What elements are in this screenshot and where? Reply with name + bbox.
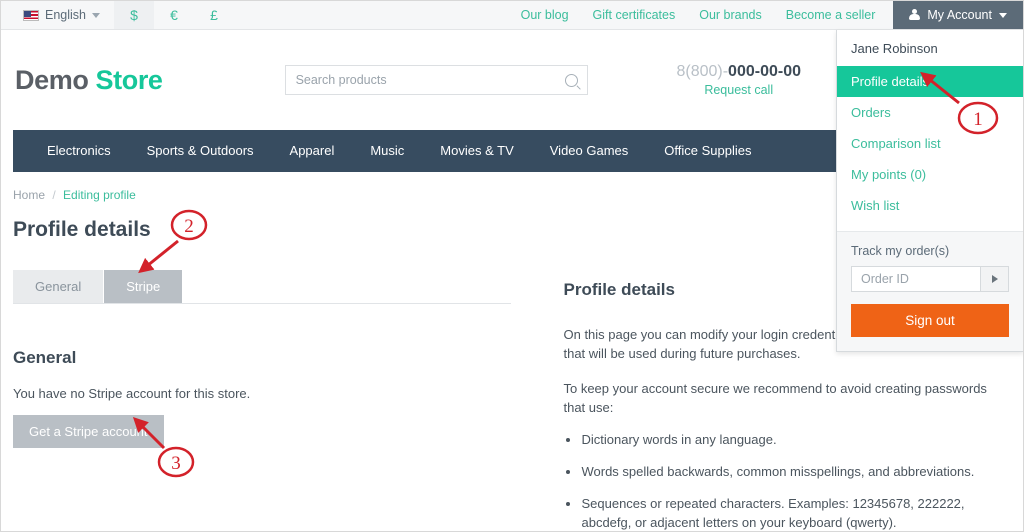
nav-item-movies-tv[interactable]: Movies & TV [422,130,531,172]
track-order-section: Track my order(s) Sign out [837,231,1023,351]
sign-out-button[interactable]: Sign out [851,304,1009,337]
currency-eur[interactable]: € [154,1,194,29]
stripe-section-title: General [13,348,77,367]
tab-stripe[interactable]: Stripe [104,270,183,303]
my-account-button[interactable]: My Account [893,1,1023,29]
currency-gbp[interactable]: £ [194,1,234,29]
get-a-stripe-account-button[interactable]: Get a Stripe account [13,415,164,448]
contact-phone-block: 8(800)-000-00-00 Request call [676,61,801,99]
nav-item-office-supplies[interactable]: Office Supplies [646,130,769,172]
top-utility-bar: English $ € £ Our blog Gift certificates… [1,1,1023,30]
dropdown-spacer [837,221,1023,231]
chevron-down-icon [999,12,1007,18]
dropdown-user-name: Jane Robinson [851,41,938,56]
logo-text-demo: Demo [15,64,89,95]
nav-item-video-games[interactable]: Video Games [532,130,647,172]
my-account-label: My Account [927,8,992,22]
chevron-down-icon [92,12,100,18]
track-order-input-row [851,266,1009,292]
site-logo[interactable]: Demo Store [1,65,163,96]
list-item: Words spelled backwards, common misspell… [581,463,1011,482]
list-item: Sequences or repeated characters. Exampl… [581,495,1011,531]
search-icon[interactable] [557,73,587,87]
language-selector[interactable]: English [15,1,114,29]
currency-usd[interactable]: $ [114,1,154,29]
topbar-left-group: English $ € £ [1,1,234,29]
us-flag-icon [23,9,39,21]
track-order-submit-button[interactable] [980,267,1008,291]
phone-prefix: 8(800)- [676,62,729,80]
profile-tabs: General Stripe [13,270,511,304]
my-account-dropdown-menu: Jane Robinson Profile details Orders Com… [836,30,1023,352]
language-label: English [45,8,86,22]
breadcrumb-separator: / [52,188,56,202]
phone-number: 8(800)-000-00-00 [676,61,801,83]
search-input[interactable] [285,73,557,87]
dropdown-item-wish-list[interactable]: Wish list [837,190,1023,221]
phone-main: 000-00-00 [728,62,801,80]
dropdown-item-orders[interactable]: Orders [837,97,1023,128]
password-guidelines-list: Dictionary words in any language. Words … [563,431,1011,531]
person-icon [909,9,921,21]
nav-item-apparel[interactable]: Apparel [272,130,353,172]
nav-item-electronics[interactable]: Electronics [29,130,129,172]
top-link-our-blog[interactable]: Our blog [509,1,581,29]
left-column: General Stripe General You have no Strip… [13,270,563,531]
nav-item-sports-outdoors[interactable]: Sports & Outdoors [129,130,272,172]
stripe-no-account-message: You have no Stripe account for this stor… [13,386,251,401]
order-id-input[interactable] [852,267,980,291]
nav-item-music[interactable]: Music [352,130,422,172]
dropdown-item-comparison-list[interactable]: Comparison list [837,128,1023,159]
sidebar-info-paragraph-2: To keep your account secure we recommend… [563,380,987,415]
breadcrumb-home[interactable]: Home [13,188,45,202]
logo-text-store: Store [95,64,163,95]
track-order-label: Track my order(s) [851,244,950,258]
top-link-become-a-seller[interactable]: Become a seller [774,1,888,29]
browser-page: English $ € £ Our blog Gift certificates… [0,0,1024,532]
top-link-our-brands[interactable]: Our brands [687,1,774,29]
topbar-right-group: Our blog Gift certificates Our brands Be… [509,1,1023,29]
list-item: Dictionary words in any language. [581,431,1011,450]
product-search-box [284,65,588,95]
dropdown-item-my-points[interactable]: My points (0) [837,159,1023,190]
top-link-gift-certificates[interactable]: Gift certificates [581,1,688,29]
arrow-right-icon [991,275,998,283]
dropdown-item-profile-details[interactable]: Profile details [837,66,1023,97]
breadcrumb-current[interactable]: Editing profile [63,188,136,202]
tab-general[interactable]: General [13,270,104,303]
request-call-link[interactable]: Request call [676,82,801,99]
